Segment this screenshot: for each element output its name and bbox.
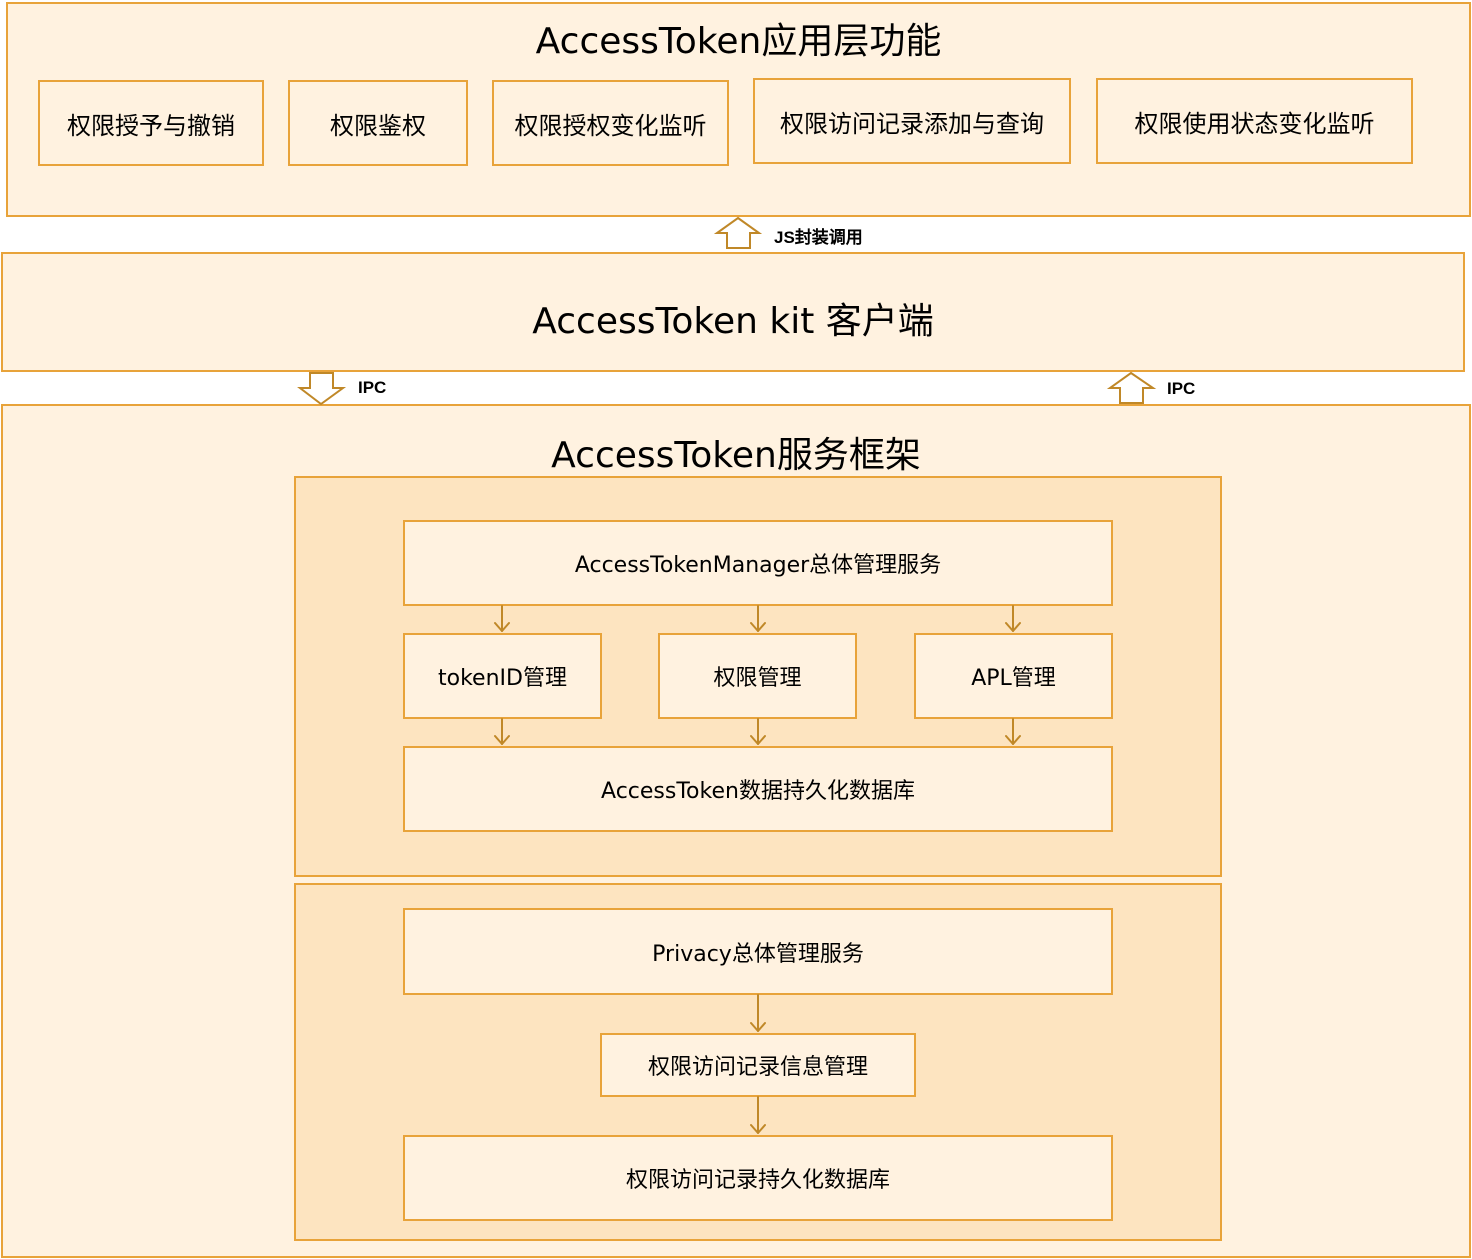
arrow-manager-to-permission [750,605,766,632]
ipc-up-label: IPC [1167,379,1196,398]
connector-layer [297,216,1157,1134]
arrow-apl-to-db [1005,718,1021,745]
arrow-manager-to-apl [1005,605,1021,632]
js-call-up-arrow [713,216,763,249]
arrow-manager-to-tokenid [494,605,510,632]
arrow-permission-to-db [750,718,766,745]
arrow-record-mgmt-to-db [750,1096,766,1134]
arrow-privacy-to-record-mgmt [750,994,766,1032]
js-call-label: JS封装调用 [774,228,863,247]
arrow-tokenid-to-db [494,718,510,745]
ipc-up-arrow [1106,371,1157,404]
ipc-down-label: IPC [358,378,387,397]
ipc-down-arrow [297,372,347,406]
